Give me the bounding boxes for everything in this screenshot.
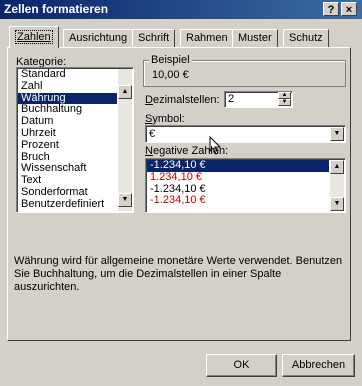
kategorie-item[interactable]: Prozent	[18, 139, 117, 152]
negative-zahlen-scrollbar[interactable]: ▲ ▼	[330, 160, 344, 211]
window-title: Zellen formatieren	[4, 2, 109, 16]
kategorie-scrollbar[interactable]: ▲ ▼	[118, 69, 132, 211]
kategorie-item[interactable]: Uhrzeit	[18, 127, 117, 140]
scroll-down-icon[interactable]: ▼	[118, 193, 132, 207]
kategorie-item[interactable]: Benutzerdefiniert	[18, 198, 117, 211]
chevron-down-icon[interactable]: ▼	[330, 127, 344, 141]
scroll-up-icon[interactable]: ▲	[118, 85, 132, 99]
close-button[interactable]: ×	[341, 2, 357, 16]
negative-zahlen-item[interactable]: 1.234,10 €	[147, 171, 329, 184]
kategorie-list[interactable]: Standard Zahl Währung Buchhaltung Datum Uhrze…	[16, 67, 134, 213]
increment-icon[interactable]: ▲	[278, 92, 291, 99]
symbol-value: €	[149, 128, 156, 140]
tab-schrift[interactable]: Schrift	[132, 29, 176, 47]
cancel-button[interactable]: Abbrechen	[282, 354, 355, 377]
tab-rahmen[interactable]: Rahmen	[180, 29, 234, 47]
tab-ausrichtung[interactable]: Ausrichtung	[63, 29, 134, 47]
help-button[interactable]: ?	[323, 2, 339, 16]
symbol-label: Symbol:	[145, 113, 185, 125]
dezimalstellen-label: Dezimalstellen:	[145, 94, 220, 106]
dezimalstellen-stepper[interactable]: 2 ▲ ▼	[224, 91, 293, 108]
negative-zahlen-list[interactable]: -1.234,10 €1.234,10 € -1.234,10 € -1.234,1…	[145, 158, 346, 213]
ok-button[interactable]: OK	[206, 354, 277, 377]
description-text: Währung wird für allgemeine monetäre Wer…	[14, 255, 343, 293]
kategorie-item[interactable]: Sonderformat	[18, 186, 117, 199]
negative-zahlen-label: Negative Zahlen:	[145, 145, 229, 157]
tab-schutz[interactable]: Schutz	[283, 29, 329, 47]
negative-zahlen-item[interactable]: -1.234,10 €	[147, 195, 329, 207]
title-bar[interactable]: Zellen formatieren ? ×	[0, 0, 362, 19]
scroll-down-icon[interactable]: ▼	[330, 197, 344, 211]
symbol-select[interactable]: € ▼	[145, 125, 346, 143]
beispiel-value: 10,00 €	[152, 69, 189, 81]
scroll-up-icon[interactable]: ▲	[330, 160, 344, 174]
kategorie-item[interactable]: Zahl	[18, 80, 117, 93]
beispiel-label: Beispiel	[149, 54, 192, 66]
tab-panel-zahlen: Kategorie: Standard Zahl Währung Buchhaltun…	[7, 47, 351, 341]
tab-zahlen[interactable]: Zahlen	[9, 26, 59, 48]
decrement-icon[interactable]: ▼	[278, 99, 291, 106]
tab-muster[interactable]: Muster	[232, 29, 278, 47]
dezimalstellen-value[interactable]: 2	[228, 93, 234, 105]
